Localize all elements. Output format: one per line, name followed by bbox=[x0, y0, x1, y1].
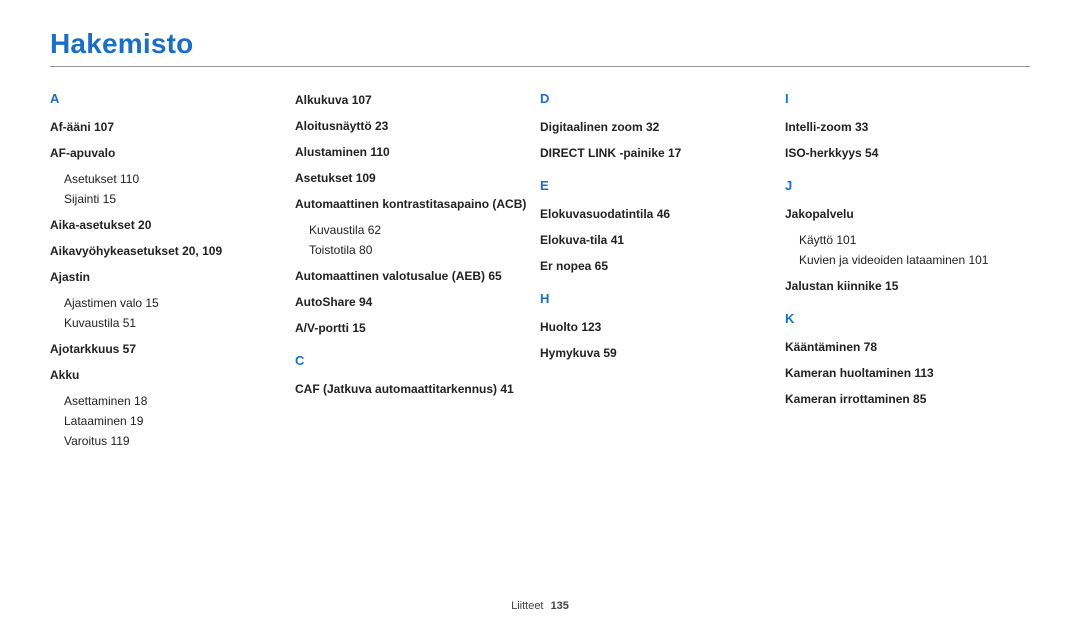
index-subentry[interactable]: Kuvien ja videoiden lataaminen 101 bbox=[785, 251, 1020, 270]
index-subentry[interactable]: Toistotila 80 bbox=[295, 241, 530, 260]
footer-label: Liitteet bbox=[511, 600, 543, 612]
index-entry: Asetukset 109 bbox=[295, 169, 530, 187]
page: Hakemisto A Af-ääni 107 AF-apuvalo Asetukse… bbox=[0, 0, 1080, 630]
index-entry-label[interactable]: Er nopea 65 bbox=[540, 257, 775, 275]
section-letter: E bbox=[540, 178, 775, 193]
index-entry-label[interactable]: CAF (Jatkuva automaattitarkennus) 41 bbox=[295, 380, 530, 398]
index-entry-label[interactable]: Aloitusnäyttö 23 bbox=[295, 117, 530, 135]
index-entry-label[interactable]: Ajastin bbox=[50, 268, 285, 286]
page-title: Hakemisto bbox=[50, 28, 1030, 60]
index-entry: AF-apuvalo Asetukset 110Sijainti 15 bbox=[50, 144, 285, 208]
index-entry: ISO-herkkyys 54 bbox=[785, 144, 1020, 162]
index-entry: AutoShare 94 bbox=[295, 293, 530, 311]
index-entry: Huolto 123 bbox=[540, 318, 775, 336]
index-entry: Kameran huoltaminen 113 bbox=[785, 364, 1020, 382]
index-entry-label[interactable]: Elokuva-tila 41 bbox=[540, 231, 775, 249]
index-entry: Aloitusnäyttö 23 bbox=[295, 117, 530, 135]
index-entry: Alustaminen 110 bbox=[295, 143, 530, 161]
index-entry: Alkukuva 107 bbox=[295, 91, 530, 109]
index-entry-label[interactable]: Huolto 123 bbox=[540, 318, 775, 336]
index-entry: Er nopea 65 bbox=[540, 257, 775, 275]
index-entry: Ajastin Ajastimen valo 15Kuvaustila 51 bbox=[50, 268, 285, 332]
section-letter: D bbox=[540, 91, 775, 106]
index-entry-label[interactable]: Digitaalinen zoom 32 bbox=[540, 118, 775, 136]
section-letter: A bbox=[50, 91, 285, 106]
index-entry-label[interactable]: Aikavyöhykeasetukset 20, 109 bbox=[50, 242, 285, 260]
index-entry: Af-ääni 107 bbox=[50, 118, 285, 136]
index-entry: Kääntäminen 78 bbox=[785, 338, 1020, 356]
index-entry-label[interactable]: Alustaminen 110 bbox=[295, 143, 530, 161]
section-letter: J bbox=[785, 178, 1020, 193]
index-entry: DIRECT LINK -painike 17 bbox=[540, 144, 775, 162]
index-entry: CAF (Jatkuva automaattitarkennus) 41 bbox=[295, 380, 530, 398]
index-entry-label[interactable]: ISO-herkkyys 54 bbox=[785, 144, 1020, 162]
index-entry: Ajotarkkuus 57 bbox=[50, 340, 285, 358]
index-entry-label[interactable]: Kameran irrottaminen 85 bbox=[785, 390, 1020, 408]
index-entry: Jalustan kiinnike 15 bbox=[785, 277, 1020, 295]
index-entry-label[interactable]: Automaattinen valotusalue (AEB) 65 bbox=[295, 267, 530, 285]
index-entry: Akku Asettaminen 18Lataaminen 19Varoitus … bbox=[50, 366, 285, 450]
index-subentry[interactable]: Lataaminen 19 bbox=[50, 412, 285, 431]
section-letter: C bbox=[295, 353, 530, 368]
index-subentry[interactable]: Ajastimen valo 15 bbox=[50, 294, 285, 313]
index-entry-label[interactable]: Hymykuva 59 bbox=[540, 344, 775, 362]
index-entry-label[interactable]: Elokuvasuodatintila 46 bbox=[540, 205, 775, 223]
index-entry: Kameran irrottaminen 85 bbox=[785, 390, 1020, 408]
section-letter: H bbox=[540, 291, 775, 306]
index-subentry[interactable]: Käyttö 101 bbox=[785, 231, 1020, 250]
index-entry: Elokuvasuodatintila 46 bbox=[540, 205, 775, 223]
index-subentry[interactable]: Kuvaustila 62 bbox=[295, 221, 530, 240]
index-entry: Elokuva-tila 41 bbox=[540, 231, 775, 249]
footer-page-number: 135 bbox=[551, 600, 569, 612]
index-entry: Intelli-zoom 33 bbox=[785, 118, 1020, 136]
index-col-4: I Intelli-zoom 33 ISO-herkkyys 54 J Jakopalv… bbox=[785, 91, 1030, 458]
index-col-1: A Af-ääni 107 AF-apuvalo Asetukset 110Sijai… bbox=[50, 91, 295, 458]
index-entry: Automaattinen kontrastitasapaino (ACB) Ku… bbox=[295, 195, 530, 259]
index-entry: Automaattinen valotusalue (AEB) 65 bbox=[295, 267, 530, 285]
index-entry: Aika-asetukset 20 bbox=[50, 216, 285, 234]
index-entry-label[interactable]: Asetukset 109 bbox=[295, 169, 530, 187]
index-entry: A/V-portti 15 bbox=[295, 319, 530, 337]
index-entry: Digitaalinen zoom 32 bbox=[540, 118, 775, 136]
index-entry-label[interactable]: Alkukuva 107 bbox=[295, 91, 530, 109]
index-entry-label[interactable]: Kääntäminen 78 bbox=[785, 338, 1020, 356]
index-entry-label[interactable]: Jakopalvelu bbox=[785, 205, 1020, 223]
index-entry-label[interactable]: Ajotarkkuus 57 bbox=[50, 340, 285, 358]
index-entry-label[interactable]: Af-ääni 107 bbox=[50, 118, 285, 136]
index-entry-label[interactable]: AutoShare 94 bbox=[295, 293, 530, 311]
index-entry-label[interactable]: A/V-portti 15 bbox=[295, 319, 530, 337]
index-entry-label[interactable]: Akku bbox=[50, 366, 285, 384]
index-entry: Hymykuva 59 bbox=[540, 344, 775, 362]
index-entry-label[interactable]: Jalustan kiinnike 15 bbox=[785, 277, 1020, 295]
index-subentry[interactable]: Asetukset 110 bbox=[50, 170, 285, 189]
index-entry-label[interactable]: Automaattinen kontrastitasapaino (ACB) bbox=[295, 195, 530, 213]
index-entry-label[interactable]: DIRECT LINK -painike 17 bbox=[540, 144, 775, 162]
index-entry: Aikavyöhykeasetukset 20, 109 bbox=[50, 242, 285, 260]
index-entry-label[interactable]: AF-apuvalo bbox=[50, 144, 285, 162]
index-entry-label[interactable]: Intelli-zoom 33 bbox=[785, 118, 1020, 136]
index-columns: A Af-ääni 107 AF-apuvalo Asetukset 110Sijai… bbox=[50, 91, 1030, 458]
title-rule bbox=[50, 66, 1030, 67]
section-letter: I bbox=[785, 91, 1020, 106]
page-footer: Liitteet 135 bbox=[0, 600, 1080, 612]
index-entry: Jakopalvelu Käyttö 101Kuvien ja videoiden… bbox=[785, 205, 1020, 269]
index-subentry[interactable]: Varoitus 119 bbox=[50, 432, 285, 451]
section-letter: K bbox=[785, 311, 1020, 326]
index-subentry[interactable]: Sijainti 15 bbox=[50, 190, 285, 209]
index-col-3: D Digitaalinen zoom 32 DIRECT LINK -painik… bbox=[540, 91, 785, 458]
index-entry-label[interactable]: Aika-asetukset 20 bbox=[50, 216, 285, 234]
index-entry-label[interactable]: Kameran huoltaminen 113 bbox=[785, 364, 1020, 382]
index-subentry[interactable]: Asettaminen 18 bbox=[50, 392, 285, 411]
index-col-2: Alkukuva 107 Aloitusnäyttö 23 Alustaminen … bbox=[295, 91, 540, 458]
index-subentry[interactable]: Kuvaustila 51 bbox=[50, 314, 285, 333]
